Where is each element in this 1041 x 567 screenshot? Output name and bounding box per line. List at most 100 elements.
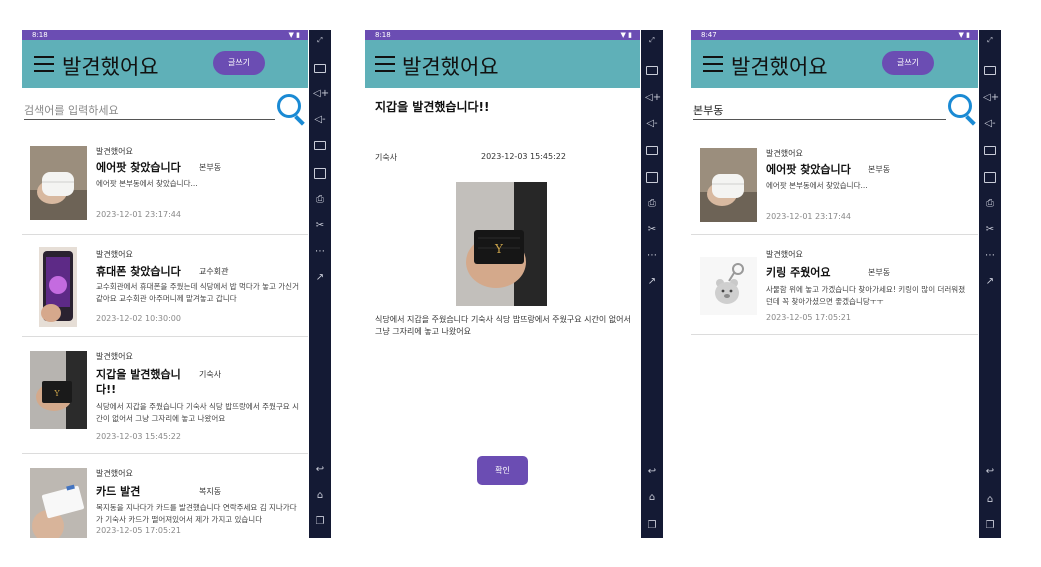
status-time: 8:47 xyxy=(701,31,717,39)
write-button[interactable]: 글쓰기 xyxy=(882,51,934,75)
search-input[interactable]: 검색어를 입력하세요 xyxy=(24,96,275,120)
status-icons: ▼ ▮ xyxy=(959,30,970,40)
status-time: 8:18 xyxy=(32,31,48,39)
more-icon[interactable]: ⋯ xyxy=(983,250,997,262)
screen-icon[interactable] xyxy=(646,146,658,155)
post-body: 교수회관에서 휴대폰을 주웠는데 식당에서 밥 먹다가 놓고 가신거 같아요 교… xyxy=(96,282,299,303)
menu-icon[interactable] xyxy=(703,56,723,72)
post-title: 카드 발견 xyxy=(96,485,141,498)
rotate-icon[interactable] xyxy=(314,168,326,179)
wifi-icon: ▼ xyxy=(288,31,294,39)
app-title: 발견했어요 xyxy=(402,55,499,79)
post-thumbnail: Y xyxy=(30,351,87,429)
phone-list: 8:18 ▼ ▮ 발견했어요 글쓰기 검색어를 입력하세요 발견했어요 에어팟 … xyxy=(22,30,332,538)
post-place: 본부동 xyxy=(199,163,222,172)
post-place: 본부동 xyxy=(868,268,891,277)
battery-icon: ▮ xyxy=(966,31,970,39)
erase-icon[interactable]: ⎙ xyxy=(645,198,659,210)
home-icon[interactable]: ⌂ xyxy=(645,492,659,504)
erase-icon[interactable]: ⎙ xyxy=(313,194,327,206)
search-input[interactable]: 본부동 xyxy=(693,96,946,120)
back-icon[interactable]: ↩ xyxy=(645,466,659,478)
share-icon[interactable]: ↗ xyxy=(645,276,659,288)
list-item[interactable]: 발견했어요 에어팟 찾았습니다 본부동 에어팟 본부동에서 찾았습니다... 2… xyxy=(22,138,308,235)
search-icon[interactable] xyxy=(277,94,307,126)
post-place: 복지동 xyxy=(199,487,222,496)
battery-icon: ▮ xyxy=(628,31,632,39)
menu-icon[interactable] xyxy=(34,56,54,72)
list-item[interactable]: 발견했어요 에어팟 찾았습니다 본부동 에어팟 본부동에서 찾았습니다... 2… xyxy=(691,138,978,235)
rotate-icon[interactable] xyxy=(646,172,658,183)
post-title: 지갑을 발견했습니다!! xyxy=(96,368,181,396)
wifi-icon: ▼ xyxy=(620,31,626,39)
post-category: 발견했어요 xyxy=(96,250,133,259)
detail-screen: 8:18 ▼ ▮ 발견했어요 지갑을 발견했습니다!! 기숙사 2023-12-… xyxy=(365,30,640,538)
volume-down-icon[interactable]: ◁- xyxy=(645,118,659,130)
post-date: 2023-12-01 23:17:44 xyxy=(766,212,851,221)
post-date: 2023-12-05 17:05:21 xyxy=(96,526,181,535)
post-title: 에어팟 찾았습니다 xyxy=(96,161,181,174)
more-icon[interactable]: ⋯ xyxy=(645,250,659,262)
post-body: 복지동을 지나다가 카드를 발견했습니다 연락주세요 김 지나가다가 기숙사 카… xyxy=(96,503,297,524)
recents-icon[interactable]: ❐ xyxy=(313,516,327,528)
expand-icon[interactable]: ⤢ xyxy=(645,34,659,46)
volume-down-icon[interactable]: ◁- xyxy=(313,114,327,126)
more-icon[interactable]: ⋯ xyxy=(313,246,327,258)
post-place: 기숙사 xyxy=(199,370,222,379)
list-screen: 8:18 ▼ ▮ 발견했어요 글쓰기 검색어를 입력하세요 발견했어요 에어팟 … xyxy=(22,30,308,538)
search-icon[interactable] xyxy=(948,94,978,126)
post-title: 키링 주웠어요 xyxy=(766,266,831,279)
emulator-toolbar: ⤢ ◁+ ◁- ⎙ ✂ ⋯ ↗ ↩ ⌂ ❐ xyxy=(979,30,1001,538)
emulator-toolbar: ⤢ ◁+ ◁- ⎙ ✂ ⋯ ↗ ↩ ⌂ ❐ xyxy=(309,30,331,538)
battery-icon: ▮ xyxy=(296,31,300,39)
svg-text:Y: Y xyxy=(494,242,504,256)
expand-icon[interactable]: ⤢ xyxy=(313,34,327,46)
volume-up-icon[interactable]: ◁+ xyxy=(983,92,999,104)
volume-up-icon[interactable]: ◁+ xyxy=(313,88,329,100)
back-icon[interactable]: ↩ xyxy=(313,464,327,476)
back-icon[interactable]: ↩ xyxy=(983,466,997,478)
detail-title: 지갑을 발견했습니다!! xyxy=(375,100,490,114)
scissors-icon[interactable]: ✂ xyxy=(645,224,659,236)
share-icon[interactable]: ↗ xyxy=(983,276,997,288)
post-date: 2023-12-02 10:30:00 xyxy=(96,314,181,323)
home-icon[interactable]: ⌂ xyxy=(313,490,327,502)
post-place: 본부동 xyxy=(868,165,891,174)
scissors-icon[interactable]: ✂ xyxy=(983,224,997,236)
volume-down-icon[interactable]: ◁- xyxy=(983,118,997,130)
keyboard-icon[interactable] xyxy=(984,66,996,75)
list-item[interactable]: 발견했어요 키링 주웠어요 본부동 사물함 위에 놓고 가겠습니다 찾아가세요!… xyxy=(691,235,978,335)
recents-icon[interactable]: ❐ xyxy=(983,520,997,532)
confirm-button[interactable]: 확인 xyxy=(477,456,528,485)
status-bar: 8:47 ▼ ▮ xyxy=(691,30,978,40)
post-thumbnail xyxy=(700,148,757,222)
keyboard-icon[interactable] xyxy=(646,66,658,75)
list-item[interactable]: 발견했어요 카드 발견 복지동 복지동을 지나다가 카드를 발견했습니다 연락주… xyxy=(22,454,308,538)
detail-place: 기숙사 xyxy=(375,153,398,162)
recents-icon[interactable]: ❐ xyxy=(645,520,659,532)
expand-icon[interactable]: ⤢ xyxy=(983,34,997,46)
home-icon[interactable]: ⌂ xyxy=(983,494,997,506)
erase-icon[interactable]: ⎙ xyxy=(983,198,997,210)
post-thumbnail xyxy=(700,257,757,315)
app-bar: 발견했어요 글쓰기 xyxy=(691,40,978,88)
post-thumbnail xyxy=(30,468,87,538)
status-icons: ▼ ▮ xyxy=(289,30,300,40)
list-item[interactable]: Y 발견했어요 지갑을 발견했습니다!! 기숙사 식당에서 지갑을 주웠습니다 … xyxy=(22,337,308,454)
search-row: 검색어를 입력하세요 xyxy=(22,88,308,128)
share-icon[interactable]: ↗ xyxy=(313,272,327,284)
app-title: 발견했어요 xyxy=(731,55,828,79)
screen-icon[interactable] xyxy=(984,146,996,155)
menu-icon[interactable] xyxy=(375,56,395,72)
write-button[interactable]: 글쓰기 xyxy=(213,51,265,75)
scissors-icon[interactable]: ✂ xyxy=(313,220,327,232)
post-body: 에어팟 본부동에서 찾았습니다... xyxy=(766,181,868,190)
phone-detail: 8:18 ▼ ▮ 발견했어요 지갑을 발견했습니다!! 기숙사 2023-12-… xyxy=(365,30,666,538)
list-item[interactable]: 발견했어요 휴대폰 찾았습니다 교수회관 교수회관에서 휴대폰을 주웠는데 식당… xyxy=(22,235,308,337)
keyboard-icon[interactable] xyxy=(314,64,326,73)
post-category: 발견했어요 xyxy=(96,352,133,361)
screen-icon[interactable] xyxy=(314,141,326,150)
phone-search: 8:47 ▼ ▮ 발견했어요 글쓰기 본부동 발견했어요 에어팟 찾았습니다 본… xyxy=(691,30,1002,538)
volume-up-icon[interactable]: ◁+ xyxy=(645,92,661,104)
rotate-icon[interactable] xyxy=(984,172,996,183)
